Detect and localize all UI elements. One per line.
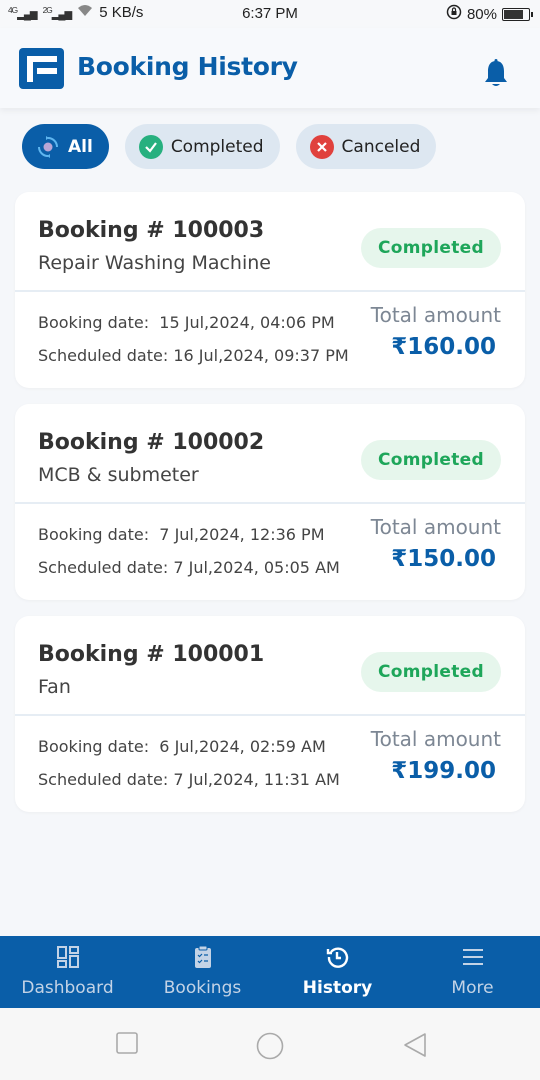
- nav-bookings[interactable]: Bookings: [135, 936, 270, 1008]
- total-amount: ₹150.00: [391, 546, 496, 572]
- nav-more-label: More: [451, 978, 494, 998]
- booking-card[interactable]: Booking # 100003 Repair Washing Machine …: [15, 192, 525, 388]
- check-circle-icon: [138, 134, 163, 159]
- app-logo-icon: [19, 48, 64, 89]
- total-amount: ₹199.00: [391, 758, 496, 784]
- booking-number: Booking # 100002: [38, 430, 265, 455]
- page-title: Booking History: [77, 52, 298, 81]
- booking-card[interactable]: Booking # 100002 MCB & submeter Complete…: [15, 404, 525, 600]
- filter-completed-button[interactable]: Completed: [124, 124, 280, 169]
- filter-canceled-button[interactable]: Canceled: [295, 124, 437, 169]
- filter-completed-label: Completed: [170, 136, 264, 157]
- booking-number: Booking # 100003: [38, 218, 265, 243]
- status-right: 80%: [446, 4, 533, 24]
- booking-list: Booking # 100003 Repair Washing Machine …: [15, 192, 525, 828]
- filter-chips: All Completed Canceled: [22, 124, 437, 169]
- dashboard-icon: [55, 944, 81, 970]
- recents-button[interactable]: [116, 1032, 138, 1058]
- booking-card-header: Booking # 100001 Fan Completed: [15, 616, 525, 716]
- scheduled-date-label: Scheduled date:: [38, 346, 169, 365]
- status-badge: Completed: [361, 440, 501, 480]
- booking-date-label: Booking date:: [38, 737, 150, 756]
- status-badge: Completed: [361, 652, 501, 692]
- total-amount-label: Total amount: [370, 303, 501, 327]
- filter-all-button[interactable]: All: [22, 124, 109, 169]
- scheduled-date: 7 Jul,2024, 05:05 AM: [173, 558, 340, 577]
- rotation-lock-icon: [446, 4, 462, 24]
- booking-date: 15 Jul,2024, 04:06 PM: [159, 313, 335, 332]
- booking-card-header: Booking # 100002 MCB & submeter Complete…: [15, 404, 525, 504]
- signal-icon-4g: 4G▂▄▆: [8, 4, 38, 21]
- nav-bookings-label: Bookings: [163, 978, 242, 998]
- booking-date: 7 Jul,2024, 12:36 PM: [159, 525, 325, 544]
- menu-icon: [460, 944, 486, 970]
- booking-card[interactable]: Booking # 100001 Fan Completed Booking d…: [15, 616, 525, 812]
- booking-number: Booking # 100001: [38, 642, 265, 667]
- booking-date: 6 Jul,2024, 02:59 AM: [159, 737, 326, 756]
- history-icon: [325, 944, 351, 970]
- back-button[interactable]: [402, 1032, 428, 1062]
- service-name: Fan: [38, 676, 71, 698]
- scheduled-date-label: Scheduled date:: [38, 770, 169, 789]
- total-amount-label: Total amount: [370, 727, 501, 751]
- app-header: Booking History: [0, 28, 540, 108]
- network-type-2: 2G: [42, 4, 53, 15]
- filter-canceled-label: Canceled: [341, 136, 421, 157]
- nav-dashboard-label: Dashboard: [21, 978, 114, 998]
- signal-icon-2g: 2G▂▄▆: [42, 4, 73, 21]
- booking-date-label: Booking date:: [38, 313, 150, 332]
- booking-card-header: Booking # 100003 Repair Washing Machine …: [15, 192, 525, 292]
- nav-dashboard[interactable]: Dashboard: [0, 936, 135, 1008]
- status-left: 4G▂▄▆ 2G▂▄▆ 5 KB/s: [8, 4, 143, 21]
- close-circle-icon: [309, 134, 334, 159]
- nav-history-label: History: [302, 978, 373, 998]
- bell-icon[interactable]: [482, 58, 510, 90]
- bottom-nav: Dashboard Bookings History More: [0, 936, 540, 1008]
- clipboard-icon: [190, 944, 216, 970]
- booking-dates: Booking date: 7 Jul,2024, 12:36 PM Sched…: [38, 518, 340, 584]
- network-speed: 5 KB/s: [99, 4, 144, 21]
- system-nav-bar: [0, 1008, 540, 1080]
- status-badge: Completed: [361, 228, 501, 268]
- scheduled-date: 16 Jul,2024, 09:37 PM: [173, 346, 349, 365]
- network-type-1: 4G: [8, 4, 18, 15]
- home-button[interactable]: [256, 1032, 284, 1064]
- service-name: Repair Washing Machine: [38, 252, 271, 274]
- total-amount: ₹160.00: [391, 334, 496, 360]
- battery-icon: [502, 7, 533, 21]
- scheduled-date: 7 Jul,2024, 11:31 AM: [173, 770, 340, 789]
- service-name: MCB & submeter: [38, 464, 199, 486]
- status-bar: 4G▂▄▆ 2G▂▄▆ 5 KB/s 6:37 PM 80%: [0, 0, 540, 28]
- booking-dates: Booking date: 15 Jul,2024, 04:06 PM Sche…: [38, 306, 349, 372]
- nav-history[interactable]: History: [270, 936, 405, 1008]
- total-amount-label: Total amount: [370, 515, 501, 539]
- booking-date-label: Booking date:: [38, 525, 150, 544]
- booking-dates: Booking date: 6 Jul,2024, 02:59 AM Sched…: [38, 730, 340, 796]
- nav-more[interactable]: More: [405, 936, 540, 1008]
- sync-icon: [36, 135, 60, 159]
- battery-fill: [504, 9, 524, 19]
- wifi-icon: [77, 4, 93, 21]
- scheduled-date-label: Scheduled date:: [38, 558, 169, 577]
- filter-all-label: All: [68, 136, 93, 157]
- battery-percent: 80%: [466, 5, 497, 23]
